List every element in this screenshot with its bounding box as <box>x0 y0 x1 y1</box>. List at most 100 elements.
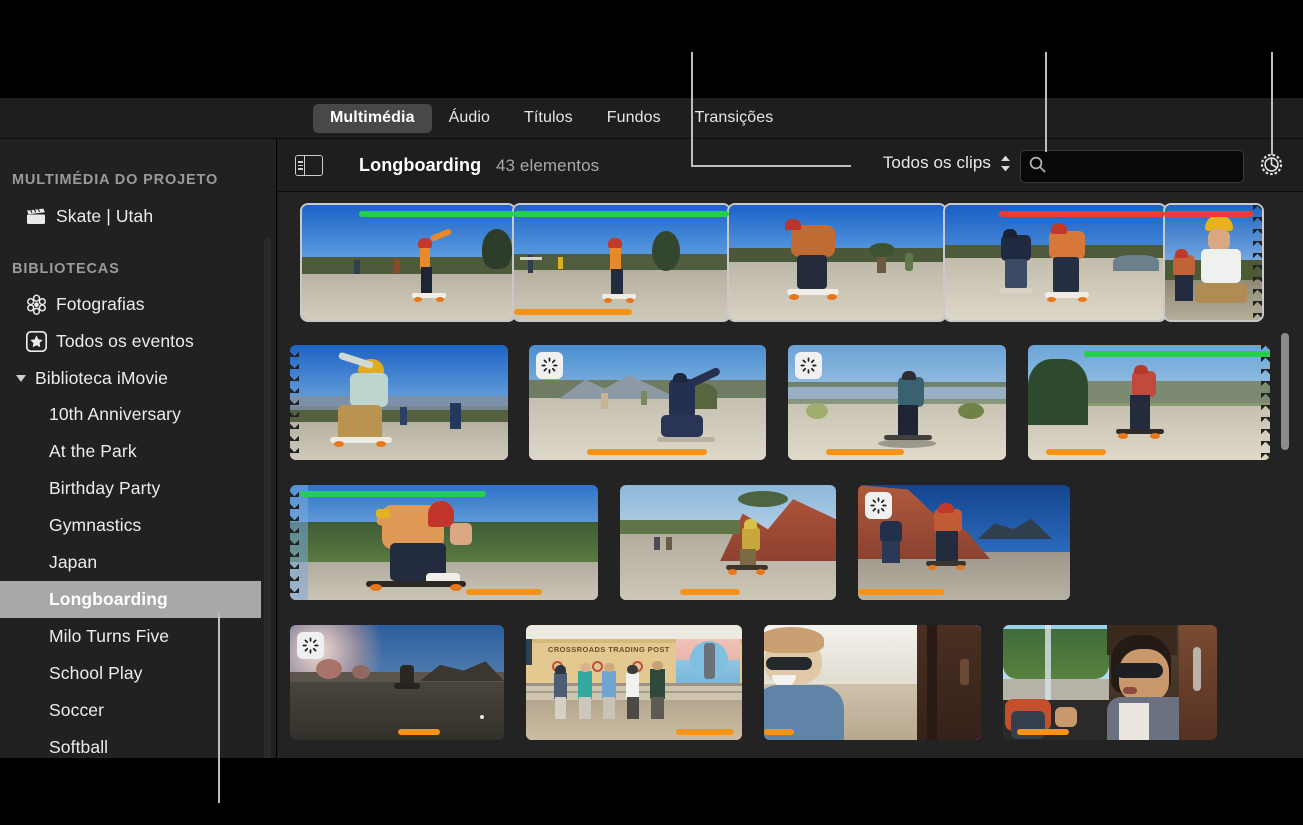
sidebar-toggle-button[interactable] <box>291 152 327 179</box>
marker-used <box>514 309 632 315</box>
sidebar-item-gymnastics[interactable]: Gymnastics <box>0 507 276 544</box>
clip-skater-valley-overlook[interactable] <box>788 345 1006 460</box>
marker-favorite <box>1084 351 1270 357</box>
sidebar-item-milo-turns-five[interactable]: Milo Turns Five <box>0 618 276 655</box>
filmstrip-torn-edge <box>290 345 299 460</box>
callout-line-settings <box>1271 52 1273 155</box>
search-input[interactable] <box>1052 158 1227 175</box>
item-count: 43 elementos <box>496 156 600 175</box>
clip-skater-orange-shirt-a[interactable] <box>300 203 516 322</box>
photos-flower-icon <box>25 294 47 316</box>
marker-favorite <box>359 211 514 217</box>
clip-two-skaters-downhill[interactable] <box>943 203 1167 322</box>
sidebar-item-softball[interactable]: Softball <box>0 729 276 758</box>
sidebar-item-at-the-park[interactable]: At the Park <box>0 433 276 470</box>
sidebar-item-label: Longboarding <box>49 589 168 609</box>
tab-titles[interactable]: Títulos <box>507 104 590 133</box>
favorite-dot-icon <box>480 715 484 719</box>
settings-gear[interactable] <box>1256 152 1286 182</box>
clip-red-helmet-tuck[interactable] <box>290 485 598 600</box>
clip-row-2 <box>290 345 1270 460</box>
media-browser-grid: CROSSROADS TRADING POST <box>278 192 1303 758</box>
sidebar-item-label: School Play <box>49 663 143 683</box>
clip-row-3 <box>290 485 1070 600</box>
marker-used <box>764 729 794 735</box>
filter-popup[interactable]: Todos os clips <box>883 153 1011 173</box>
marker-used <box>680 589 740 595</box>
clip-skater-orange-shirt-b[interactable] <box>512 203 731 322</box>
clip-yellow-helmet-closeup[interactable] <box>1163 203 1264 322</box>
marker-used <box>587 449 707 455</box>
clip-sunset-road[interactable] <box>290 625 504 740</box>
chevron-up-down-icon[interactable] <box>1000 155 1011 172</box>
clip-row-4: CROSSROADS TRADING POST <box>290 625 1217 740</box>
sidebar-item-todos-os-eventos[interactable]: Todos os eventos <box>0 323 276 360</box>
clip-row-1 <box>300 203 1264 322</box>
sidebar-item-longboarding[interactable]: Longboarding <box>0 581 261 618</box>
sidebar-item-birthday-party[interactable]: Birthday Party <box>0 470 276 507</box>
tab-multimedia[interactable]: Multimédia <box>313 103 432 133</box>
marker-favorite <box>300 491 486 497</box>
clip-yellow-helmet-pose[interactable] <box>290 345 508 460</box>
clip-red-rock-curve[interactable] <box>620 485 836 600</box>
clip-skater-hillside[interactable] <box>1028 345 1270 460</box>
filmstrip-torn-edge <box>290 485 299 600</box>
marker-used <box>1017 729 1069 735</box>
analyzing-spinner-icon <box>536 352 563 379</box>
marker-used <box>826 449 904 455</box>
sidebar-scrollbar[interactable] <box>264 238 271 758</box>
imovie-window: Multimédia Áudio Títulos Fundos Transiçõ… <box>0 98 1303 758</box>
clip-red-rocks-two-skaters[interactable] <box>858 485 1070 600</box>
sidebar-item-school-play[interactable]: School Play <box>0 655 276 692</box>
sidebar-item-label: 10th Anniversary <box>49 404 181 424</box>
marker-used <box>676 729 734 735</box>
sidebar-item-label: Todos os eventos <box>56 331 194 351</box>
marker-rejected <box>1165 211 1253 217</box>
analyzing-spinner-icon <box>795 352 822 379</box>
clip-slide-mountain-view[interactable] <box>529 345 766 460</box>
sidebar-item-biblioteca-imovie[interactable]: Biblioteca iMovie <box>0 360 276 397</box>
clip-skater-crouch-road[interactable] <box>727 203 947 322</box>
callout-line-library-list <box>218 613 220 803</box>
sidebar-item-label: Fotografias <box>56 294 145 314</box>
sidebar-item-label: Japan <box>49 552 98 572</box>
sidebar-item-label: Biblioteca iMovie <box>35 368 169 388</box>
sidebar-item-japan[interactable]: Japan <box>0 544 276 581</box>
marker-used <box>1046 449 1106 455</box>
tab-list: Multimédia Áudio Títulos Fundos Transiçõ… <box>313 103 791 133</box>
search-icon <box>1029 156 1046 178</box>
media-scrollbar[interactable] <box>1281 333 1289 450</box>
tab-transitions[interactable]: Transições <box>678 104 791 133</box>
page-title: Longboarding <box>359 155 482 175</box>
marker-favorite <box>514 211 729 217</box>
callout-line-filter-horizontal <box>691 165 851 167</box>
libraries-sidebar: MULTIMÉDIA DO PROJETO Skate | Utah BIBLI… <box>0 139 277 758</box>
sidebar-item-label: Soccer <box>49 700 105 720</box>
sidebar-item-skate-utah[interactable]: Skate | Utah <box>0 198 276 235</box>
callout-line-filter-vertical <box>691 52 693 166</box>
tab-backgrounds[interactable]: Fundos <box>590 104 678 133</box>
filmstrip-torn-edge <box>1253 205 1262 320</box>
marker-used <box>858 589 944 595</box>
sidebar-item-soccer[interactable]: Soccer <box>0 692 276 729</box>
analyzing-spinner-icon <box>865 492 892 519</box>
callout-line-search <box>1045 52 1047 152</box>
sidebar-item-label: At the Park <box>49 441 137 461</box>
clip-crossroads-trading-post[interactable]: CROSSROADS TRADING POST <box>526 625 742 740</box>
clip-van-woman-sunglasses[interactable] <box>1003 625 1217 740</box>
clapperboard-icon <box>25 206 47 228</box>
sidebar-item-label: Milo Turns Five <box>49 626 170 646</box>
sidebar-item-label: Birthday Party <box>49 478 161 498</box>
tab-audio[interactable]: Áudio <box>432 104 507 133</box>
clip-van-laughing-guy[interactable] <box>764 625 981 740</box>
sidebar-item-fotografias[interactable]: Fotografias <box>0 286 276 323</box>
filter-label: Todos os clips <box>882 153 991 172</box>
search-field[interactable] <box>1020 150 1244 183</box>
screenshot-root: Multimédia Áudio Títulos Fundos Transiçõ… <box>0 0 1303 825</box>
sidebar-heading-libraries: BIBLIOTECAS <box>12 261 120 277</box>
chevron-down-icon[interactable] <box>14 368 28 390</box>
sidebar-item-10th-anniversary[interactable]: 10th Anniversary <box>0 396 276 433</box>
gear-icon <box>1258 151 1285 183</box>
sidebar-heading-project-media: MULTIMÉDIA DO PROJETO <box>12 172 219 188</box>
sign-text: CROSSROADS TRADING POST <box>548 645 670 654</box>
